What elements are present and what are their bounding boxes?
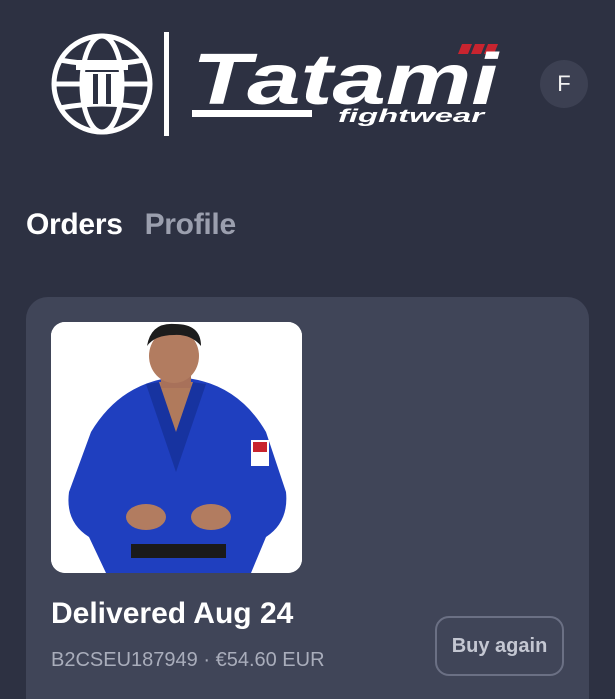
meta-separator: ·: [203, 649, 211, 671]
order-meta: B2CSEU187949 · €54.60 EUR: [51, 649, 325, 672]
account-tabs: Orders Profile: [26, 208, 236, 242]
tab-profile[interactable]: Profile: [145, 208, 237, 242]
order-status: Delivered Aug 24: [51, 597, 294, 630]
brand-logo[interactable]: Tatami fightwear: [50, 32, 510, 138]
brand-tagline: fightwear: [338, 106, 486, 126]
order-total: €54.60 EUR: [215, 649, 325, 671]
tatami-logo-icon: Tatami fightwear: [51, 32, 501, 136]
account-avatar-button[interactable]: F: [540, 60, 588, 108]
tab-orders[interactable]: Orders: [26, 208, 123, 242]
order-card[interactable]: Delivered Aug 24 B2CSEU187949 · €54.60 E…: [26, 297, 589, 699]
buy-again-button[interactable]: Buy again: [435, 616, 564, 676]
app-header: Tatami fightwear F: [0, 0, 615, 150]
avatar-initial: F: [557, 71, 571, 96]
product-image[interactable]: [51, 322, 302, 573]
order-number: B2CSEU187949: [51, 649, 198, 671]
product-image-blue-gi-icon: [51, 322, 302, 573]
